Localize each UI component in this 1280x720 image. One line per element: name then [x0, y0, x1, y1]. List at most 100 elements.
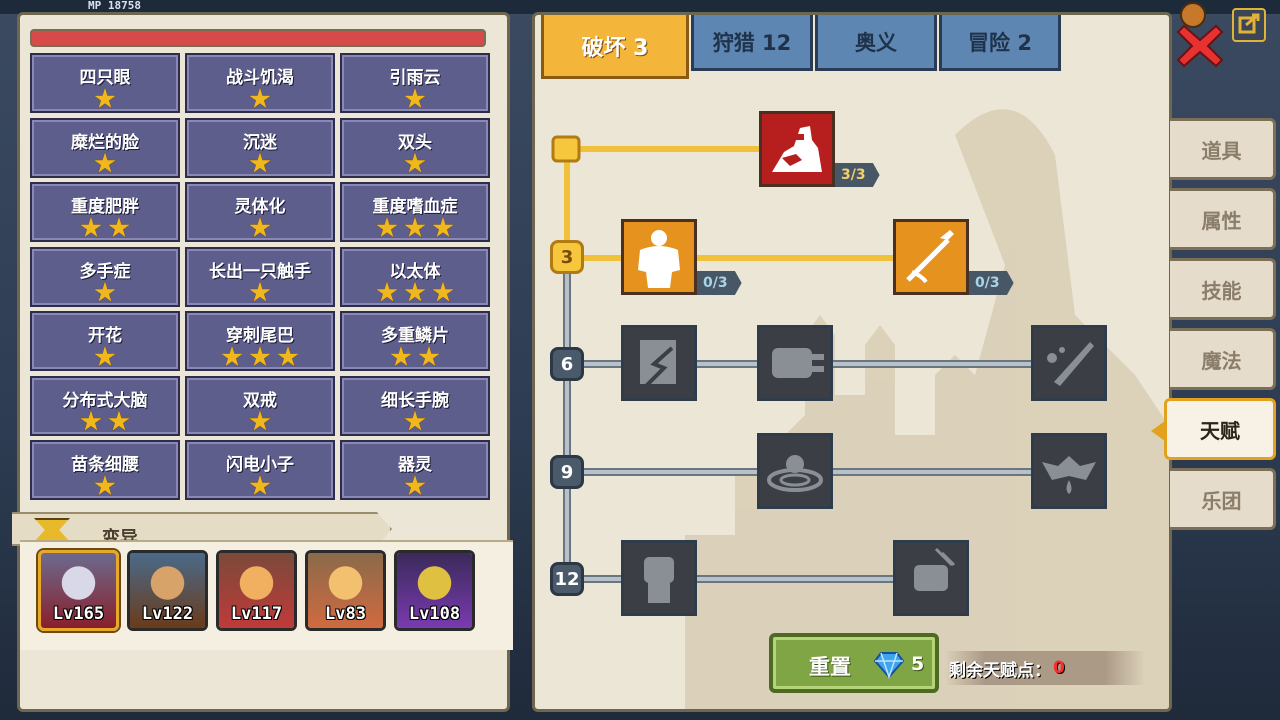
side-nav-item[interactable]: 属性 — [1170, 188, 1276, 250]
star-icon — [389, 345, 413, 367]
tier-badge-3: 3 — [550, 240, 584, 274]
hourglass-icon — [34, 518, 70, 542]
trait-card[interactable]: 双戒 — [185, 375, 335, 436]
broken-card-icon — [640, 340, 676, 390]
trait-stars — [403, 87, 427, 111]
talent-gauntlet[interactable] — [893, 540, 969, 616]
trait-name: 器灵 — [398, 455, 432, 475]
trait-card[interactable]: 以太体 — [340, 246, 490, 307]
trait-stars — [93, 474, 117, 498]
trait-stars — [403, 474, 427, 498]
talent-body[interactable] — [621, 219, 697, 295]
trait-name: 糜烂的脸 — [71, 132, 139, 153]
trait-stars — [248, 409, 272, 434]
trait-stars — [93, 87, 117, 111]
trait-stars — [79, 409, 131, 434]
trait-card[interactable]: 苗条细腰 — [30, 440, 180, 500]
star-icon — [93, 474, 117, 496]
hero-portrait[interactable]: Lv117 — [216, 550, 297, 631]
talent-slash[interactable] — [1031, 325, 1107, 401]
impact-ring-icon — [767, 455, 823, 492]
talent-impact[interactable] — [757, 433, 833, 509]
hero-level: Lv122 — [141, 604, 194, 624]
talent-bat[interactable] — [1031, 433, 1107, 509]
talent-arrow[interactable] — [893, 219, 969, 295]
trait-stars — [403, 151, 427, 176]
remaining-points: 剩余天赋点： 0 — [945, 651, 1145, 685]
hero-portrait[interactable]: Lv108 — [394, 550, 475, 631]
hero-portrait[interactable]: Lv165 — [38, 550, 119, 631]
diamond-icon — [873, 652, 905, 679]
trait-card[interactable]: 重度嗜血症 — [340, 182, 490, 242]
hero-level: Lv165 — [52, 604, 105, 624]
trait-card[interactable]: 闪电小子 — [185, 440, 335, 500]
top-hud-text: MP 18758 — [88, 0, 141, 12]
hero-portrait[interactable]: Lv122 — [127, 550, 208, 631]
trait-name: 分布式大脑 — [62, 390, 148, 411]
trait-card[interactable]: 战斗饥渴 — [185, 53, 335, 113]
side-nav-item[interactable]: 魔法 — [1170, 328, 1276, 390]
trait-stars — [248, 216, 272, 240]
trait-card[interactable]: 糜烂的脸 — [30, 117, 180, 178]
star-icon — [248, 474, 272, 496]
trait-card[interactable]: 多手症 — [30, 246, 180, 307]
trait-name: 四只眼 — [79, 68, 131, 88]
star-icon — [248, 151, 272, 174]
star-icon — [403, 280, 427, 303]
star-icon — [403, 151, 427, 174]
trait-card[interactable]: 开花 — [30, 311, 180, 371]
talent-arm-wrestle[interactable] — [759, 111, 835, 187]
talent-panel: 破坏 3 狩猎 12 奥义 冒险 2 3 6 9 12 3/3 0/3 0/3 … — [532, 12, 1172, 712]
trait-card[interactable]: 引雨云 — [340, 53, 490, 113]
trait-card[interactable]: 细长手腕 — [340, 375, 490, 436]
hero-portrait[interactable]: Lv83 — [305, 550, 386, 631]
hero-level: Lv117 — [230, 604, 283, 624]
star-icon — [107, 216, 131, 238]
hero-level: Lv83 — [325, 604, 366, 624]
side-nav-label: 技能 — [1201, 278, 1242, 303]
star-icon — [248, 216, 272, 238]
trait-card[interactable]: 分布式大脑 — [30, 375, 180, 436]
side-nav-item[interactable]: 道具 — [1170, 118, 1276, 180]
traits-panel: 四只眼 战斗饥渴 引雨云糜烂的脸 沉迷 双头重度肥胖 灵体化 重度嗜血症多手症 长出一只触手 以… — [12, 12, 513, 712]
trait-name: 战斗饥渴 — [226, 68, 294, 88]
star-icon — [220, 345, 244, 367]
star-icon — [248, 280, 272, 303]
reset-talents-button[interactable]: 重置 5 — [769, 633, 939, 693]
trait-name: 穿刺尾巴 — [226, 326, 294, 346]
trait-card[interactable]: 四只眼 — [30, 53, 180, 113]
star-icon — [403, 87, 427, 109]
trait-card[interactable]: 长出一只触手 — [185, 246, 335, 307]
hero-selector: Lv165 Lv122 Lv117 Lv83 Lv108 — [20, 540, 513, 650]
blade-splash-icon — [1047, 342, 1094, 386]
trait-name: 沉迷 — [243, 132, 277, 153]
talent-punch[interactable] — [757, 325, 833, 401]
talent-raised-fist[interactable] — [621, 540, 697, 616]
star-icon — [276, 345, 300, 367]
trait-stars — [248, 280, 272, 305]
tier-badge-6: 6 — [550, 347, 584, 381]
star-icon — [248, 409, 272, 432]
star-icon — [248, 87, 272, 109]
side-nav-item[interactable]: 技能 — [1170, 258, 1276, 320]
trait-card[interactable]: 沉迷 — [185, 117, 335, 178]
side-nav-item[interactable]: 乐团 — [1170, 468, 1276, 530]
exit-icon[interactable] — [1232, 8, 1266, 42]
trait-name: 细长手腕 — [381, 390, 449, 411]
trait-card[interactable]: 穿刺尾巴 — [185, 311, 335, 371]
side-nav-item[interactable]: 天赋 — [1151, 398, 1276, 460]
trait-card[interactable]: 器灵 — [340, 440, 490, 500]
trait-name: 多手症 — [79, 261, 131, 282]
trait-stars — [248, 87, 272, 111]
star-icon — [79, 409, 103, 432]
side-nav-label: 道具 — [1201, 138, 1242, 163]
star-icon — [403, 409, 427, 432]
trait-card[interactable]: 灵体化 — [185, 182, 335, 242]
talent-shield-break[interactable] — [621, 325, 697, 401]
trait-card[interactable]: 多重鳞片 — [340, 311, 490, 371]
reset-cost: 5 — [911, 653, 925, 675]
close-icon[interactable] — [1176, 22, 1224, 70]
side-nav-label: 乐团 — [1201, 488, 1242, 513]
trait-card[interactable]: 双头 — [340, 117, 490, 178]
trait-card[interactable]: 重度肥胖 — [30, 182, 180, 242]
